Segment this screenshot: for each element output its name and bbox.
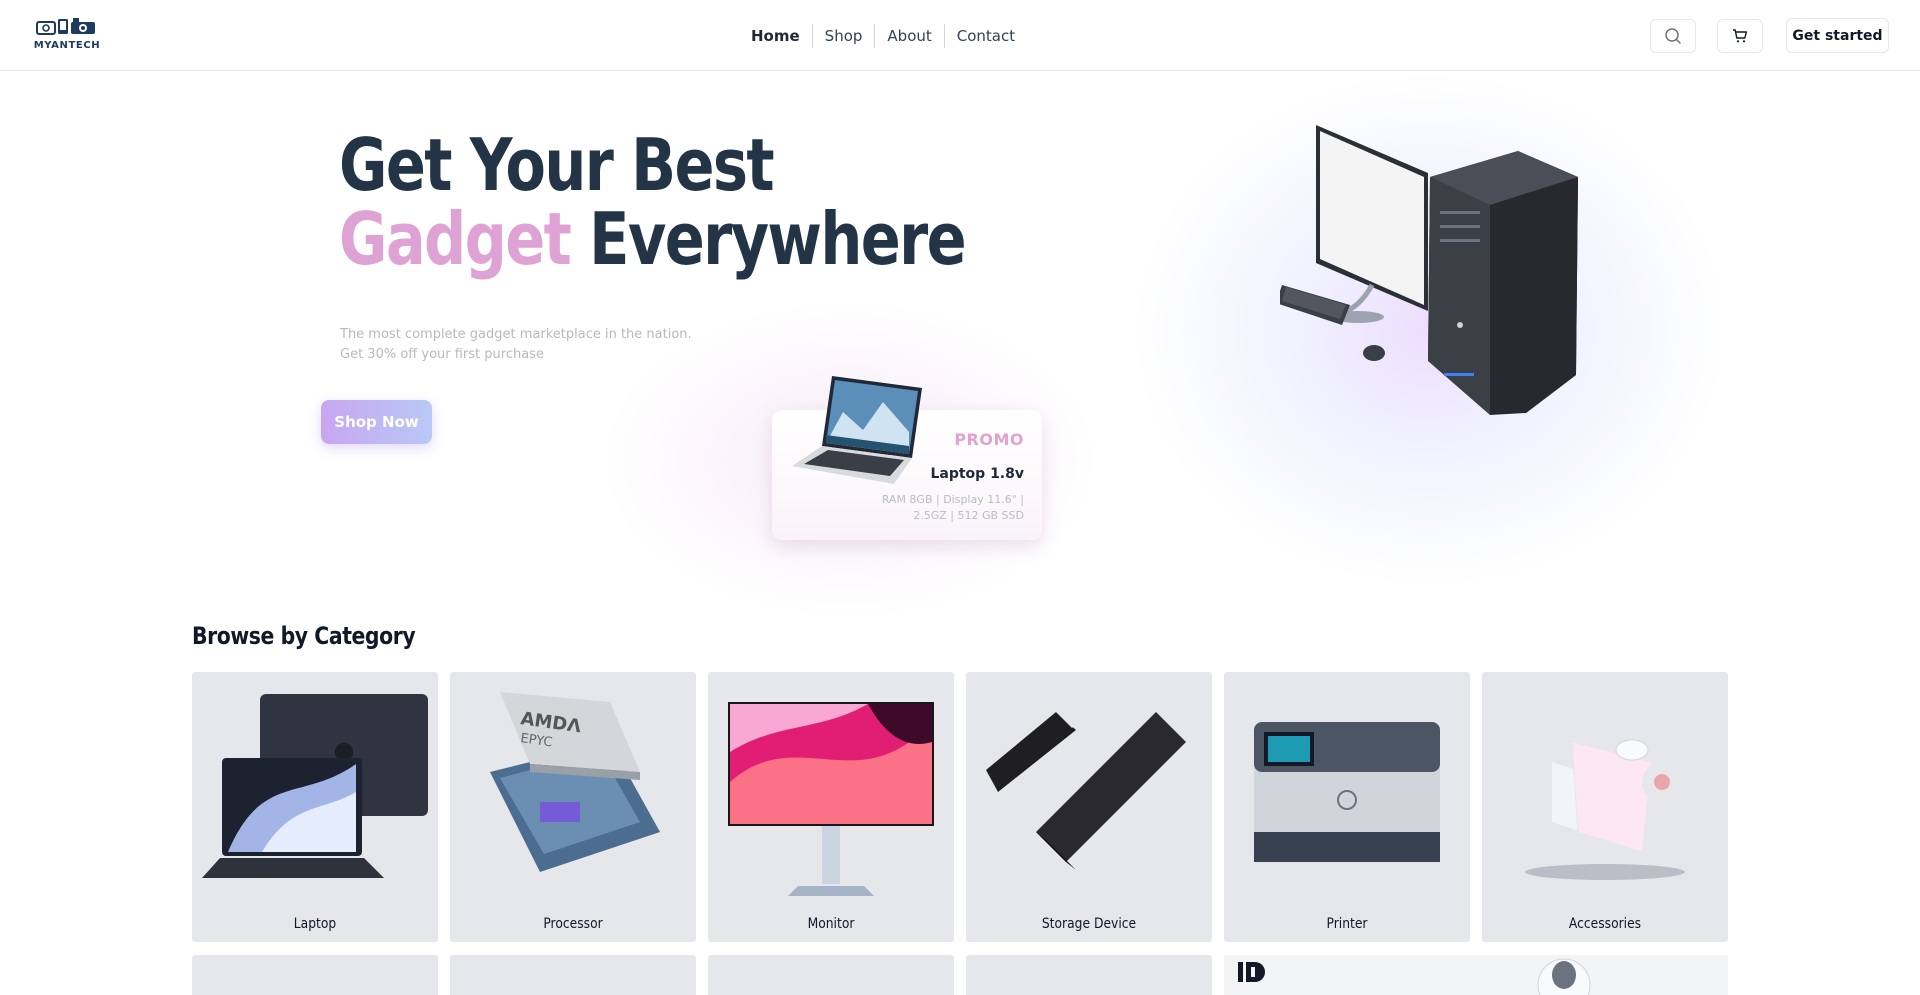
category-card-row2[interactable] <box>192 955 438 995</box>
printer-image <box>1254 722 1440 862</box>
hero-subtitle: The most complete gadget marketplace in … <box>340 325 692 365</box>
category-label: Processor <box>543 916 603 932</box>
hero-subtitle-line2: Get 30% off your first purchase <box>340 347 544 362</box>
laptop-image <box>202 694 428 878</box>
category-card-printer[interactable]: Printer <box>1224 672 1470 942</box>
storage-device-image <box>986 702 1186 870</box>
hero-title: Get Your Best Gadget Everywhere <box>339 128 967 276</box>
promo-laptop-image <box>792 376 922 484</box>
promo-product-name: Laptop 1.8v <box>930 466 1024 482</box>
category-label: Storage Device <box>1041 916 1137 932</box>
category-section-title: Browse by Category <box>192 622 416 650</box>
category-card-storage-device[interactable]: Storage Device <box>966 672 1212 942</box>
hero-title-line1: Get Your Best <box>339 123 775 207</box>
category-label: Printer <box>1326 916 1368 932</box>
category-card-laptop[interactable]: Laptop <box>192 672 438 942</box>
category-card-processor[interactable]: AMDΛ EPYC Processor <box>450 672 696 942</box>
brand-logo[interactable]: MYANTECH <box>32 16 102 56</box>
category-label: Accessories <box>1568 916 1642 932</box>
hero-title-highlight: Gadget <box>339 197 572 281</box>
brand-name: MYANTECH <box>33 40 101 51</box>
nav-shop[interactable]: Shop <box>811 24 875 48</box>
category-card-row2[interactable] <box>708 955 954 995</box>
earbuds-image <box>1537 958 1591 995</box>
site-header: MYANTECH Home Shop About Contact Get sta… <box>0 0 1920 71</box>
accessories-image <box>1525 739 1685 880</box>
shop-now-button[interactable]: Shop Now <box>321 400 432 444</box>
category-label: Laptop <box>293 916 337 932</box>
get-started-button[interactable]: Get started <box>1786 18 1889 53</box>
category-label: Monitor <box>807 916 855 932</box>
hero-subtitle-line1: The most complete gadget marketplace in … <box>340 327 692 342</box>
category-card-row2[interactable] <box>450 955 696 995</box>
nav-contact[interactable]: Contact <box>943 24 1027 48</box>
promo-tag: PROMO <box>954 430 1024 449</box>
category-card-row2[interactable] <box>966 955 1212 995</box>
search-icon <box>1665 28 1681 44</box>
category-card-monitor[interactable]: Monitor <box>708 672 954 942</box>
promo-specs: RAM 8GB | Display 11.6" | 2.5GZ | 512 GB… <box>881 493 1024 522</box>
logo-icon <box>32 16 102 38</box>
promo-banner[interactable] <box>1224 955 1728 995</box>
search-button[interactable] <box>1650 19 1696 53</box>
cart-button[interactable] <box>1717 19 1763 53</box>
desktop-pc-image <box>1280 125 1578 415</box>
category-card-accessories[interactable]: Accessories <box>1482 672 1728 942</box>
monitor-image <box>728 702 934 896</box>
processor-image: AMDΛ EPYC <box>490 692 660 872</box>
nav-about[interactable]: About <box>874 24 943 48</box>
main-nav: Home Shop About Contact <box>739 24 1027 48</box>
brand-mark-icon <box>1238 962 1265 982</box>
hero-title-rest: Everywhere <box>570 197 966 281</box>
nav-home[interactable]: Home <box>739 24 812 48</box>
cart-icon <box>1733 29 1748 43</box>
